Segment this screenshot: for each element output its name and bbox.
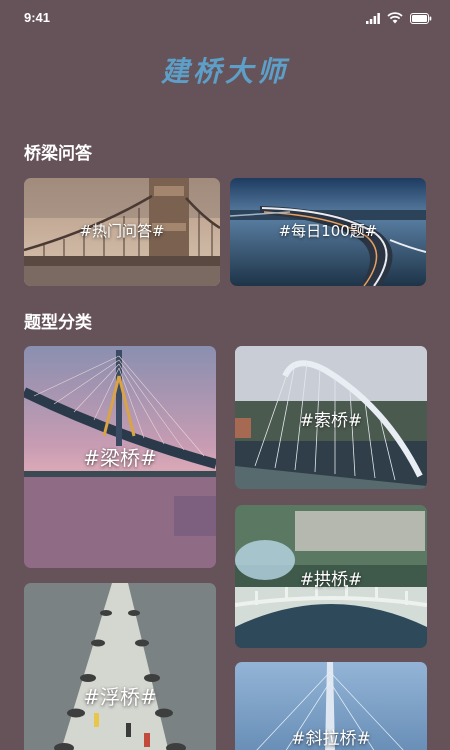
section-title-qa: 桥梁问答 (24, 144, 92, 164)
card-pontoon-bridge-label: #浮桥# (83, 685, 157, 709)
wifi-icon (387, 12, 403, 24)
card-daily-100[interactable]: #每日100题# (230, 178, 426, 286)
section-title-categories: 题型分类 (24, 313, 92, 333)
status-bar: 9:41 (0, 0, 450, 38)
card-daily-100-label: #每日100题# (278, 222, 378, 240)
signal-icon (366, 12, 380, 24)
battery-icon (410, 12, 432, 24)
status-time: 9:41 (24, 10, 51, 25)
card-arch-bridge[interactable]: #拱桥# (235, 505, 427, 648)
card-cable-stayed-bridge-label: #斜拉桥# (291, 729, 371, 749)
card-hot-qa[interactable]: #热门问答# (24, 178, 220, 286)
card-hot-qa-label: #热门问答# (79, 222, 165, 240)
card-pontoon-bridge[interactable]: #浮桥# (24, 583, 216, 750)
card-cable-bridge[interactable]: #索桥# (235, 346, 427, 489)
card-arch-bridge-label: #拱桥# (299, 570, 363, 590)
pontoon-bridge-image (24, 583, 216, 750)
card-beam-bridge-label: #梁桥# (83, 446, 157, 470)
status-icons (366, 12, 432, 24)
app-title: 建桥大师 (160, 55, 289, 88)
card-cable-stayed-bridge[interactable]: #斜拉桥# (235, 662, 427, 750)
card-cable-bridge-label: #索桥# (299, 411, 363, 431)
card-beam-bridge[interactable]: #梁桥# (24, 346, 216, 568)
